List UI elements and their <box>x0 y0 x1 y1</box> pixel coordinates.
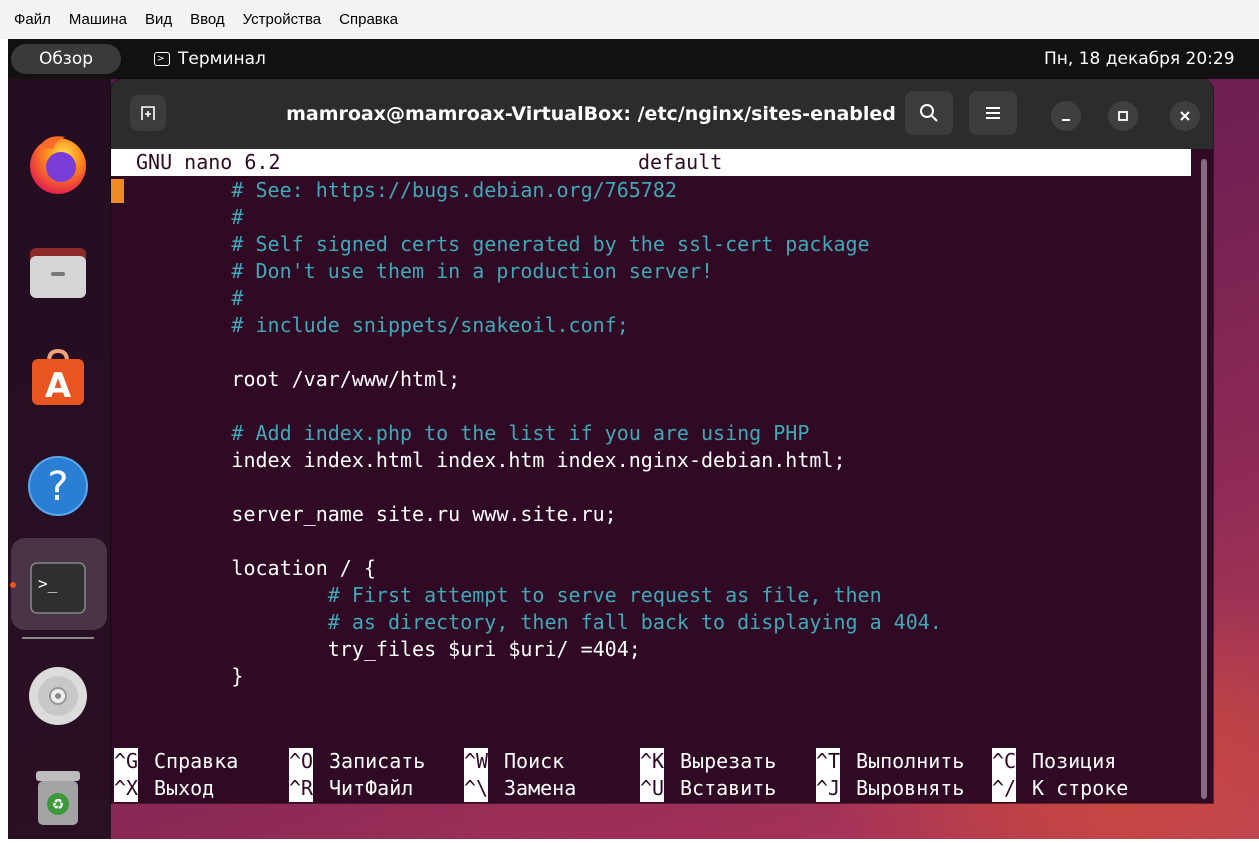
maximize-icon <box>1118 111 1128 121</box>
shortcut-key: ^J <box>816 775 841 802</box>
dock-disc[interactable] <box>8 649 111 745</box>
disc-icon <box>29 667 87 725</box>
dock-terminal[interactable]: >_ <box>8 541 111 637</box>
editor-line: # as directory, then fall back to displa… <box>111 610 942 634</box>
shortcut-key: ^T <box>816 748 841 775</box>
shortcut-key: ^G <box>114 748 139 775</box>
dock-firefox[interactable] <box>8 117 111 213</box>
dock-files[interactable] <box>8 224 111 320</box>
svg-text:>_: >_ <box>38 574 58 593</box>
hamburger-icon <box>986 107 1000 119</box>
shortcut-label: ЧитФайл <box>329 776 414 800</box>
shortcut-key: ^/ <box>992 775 1017 802</box>
editor-line: # Self signed certs generated by the ssl… <box>111 232 870 256</box>
editor-line: location / { <box>111 556 376 580</box>
shortcut-key: ^O <box>289 748 314 775</box>
menu-machine[interactable]: Машина <box>69 11 127 28</box>
shortcut-label: К строке <box>1032 776 1129 800</box>
editor-line: # Add index.php to the list if you are u… <box>111 421 810 445</box>
menu-button[interactable] <box>969 91 1017 135</box>
shortcut-key: ^W <box>464 748 489 775</box>
scrollbar[interactable] <box>1201 159 1207 799</box>
editor-line: server_name site.ru www.site.ru; <box>111 502 617 526</box>
editor-line: # <box>111 205 244 229</box>
overview-button[interactable]: Обзор <box>11 44 121 74</box>
shortcut-label: Справка <box>154 749 239 773</box>
close-button[interactable] <box>1170 101 1200 131</box>
shortcut-label: Поиск <box>504 749 565 773</box>
svg-text:♻: ♻ <box>52 797 65 813</box>
dock-help[interactable]: ? <box>8 439 111 535</box>
terminal-title: mamroax@mamroax-VirtualBox: /etc/nginx/s… <box>286 103 896 125</box>
vbox-menu-bar: Файл Машина Вид Ввод Устройства Справка <box>0 0 1259 39</box>
svg-text:A: A <box>45 366 72 406</box>
editor-line: index index.html index.htm index.nginx-d… <box>111 448 846 472</box>
nano-filename: default <box>638 150 723 174</box>
editor-line: # First attempt to serve request as file… <box>111 583 882 607</box>
active-app-name: Терминал <box>178 49 266 69</box>
dock-trash[interactable]: ♻ <box>8 751 111 839</box>
shortcut-key: ^\ <box>464 775 489 802</box>
terminal-icon: >_ <box>30 562 86 614</box>
minimize-button[interactable] <box>1051 101 1081 131</box>
dock-separator <box>22 637 94 639</box>
editor-line: # <box>111 286 244 310</box>
editor-line: # See: https://bugs.debian.org/765782 <box>111 178 677 202</box>
menu-help[interactable]: Справка <box>339 11 398 28</box>
shortcut-label: Замена <box>504 776 577 800</box>
search-icon <box>920 104 938 122</box>
shortcut-label: Позиция <box>1032 749 1117 773</box>
clock[interactable]: Пн, 18 декабря 20:29 <box>1044 39 1235 79</box>
app-center-icon: A <box>32 348 84 406</box>
menu-devices[interactable]: Устройства <box>243 11 321 28</box>
menu-file[interactable]: Файл <box>14 11 51 28</box>
menu-input[interactable]: Ввод <box>190 11 225 28</box>
vm-screen: Обзор > Терминал Пн, 18 декабря 20:29 A … <box>8 39 1259 839</box>
nano-title-bar: GNU nano 6.2 default <box>111 149 1191 176</box>
editor-line: } <box>111 664 244 688</box>
firefox-icon <box>30 136 86 194</box>
dock: A ? >_ ♻ <box>8 79 111 839</box>
close-icon <box>1180 111 1190 121</box>
dock-app-center[interactable]: A <box>8 331 111 427</box>
menu-view[interactable]: Вид <box>145 11 172 28</box>
shortcut-label: Вставить <box>680 776 777 800</box>
shortcut-label: Выполнить <box>856 749 965 773</box>
terminal-window: mamroax@mamroax-VirtualBox: /etc/nginx/s… <box>111 79 1213 803</box>
terminal-header-bar[interactable]: mamroax@mamroax-VirtualBox: /etc/nginx/s… <box>111 79 1213 149</box>
active-app-menu[interactable]: > Терминал <box>154 39 266 79</box>
minimize-icon <box>1062 119 1070 121</box>
files-icon <box>30 248 86 298</box>
shortcut-label: Выровнять <box>856 776 965 800</box>
gnome-top-bar: Обзор > Терминал Пн, 18 декабря 20:29 <box>8 39 1259 79</box>
new-tab-icon <box>141 106 155 120</box>
trash-icon: ♻ <box>36 771 80 825</box>
shortcut-key: ^U <box>640 775 665 802</box>
search-button[interactable] <box>905 91 953 135</box>
editor-line: try_files $uri $uri/ =404; <box>111 637 641 661</box>
new-tab-button[interactable] <box>130 95 166 131</box>
editor-line: root /var/www/html; <box>111 367 461 391</box>
shortcut-key: ^K <box>640 748 665 775</box>
terminal-app-icon: > <box>154 52 170 66</box>
editor-line: # include snippets/snakeoil.conf; <box>111 313 629 337</box>
terminal-content[interactable]: GNU nano 6.2 default # See: https://bugs… <box>111 149 1201 803</box>
shortcut-key: ^C <box>992 748 1017 775</box>
shortcut-label: Записать <box>329 749 426 773</box>
shortcut-key: ^X <box>114 775 139 802</box>
svg-text:?: ? <box>47 464 68 510</box>
help-icon: ? <box>28 456 88 516</box>
shortcut-label: Выход <box>154 776 215 800</box>
maximize-button[interactable] <box>1108 101 1138 131</box>
editor-line: # Don't use them in a production server! <box>111 259 714 283</box>
shortcut-label: Вырезать <box>680 749 777 773</box>
shortcut-key: ^R <box>289 775 314 802</box>
nano-version: GNU nano 6.2 <box>136 150 281 174</box>
